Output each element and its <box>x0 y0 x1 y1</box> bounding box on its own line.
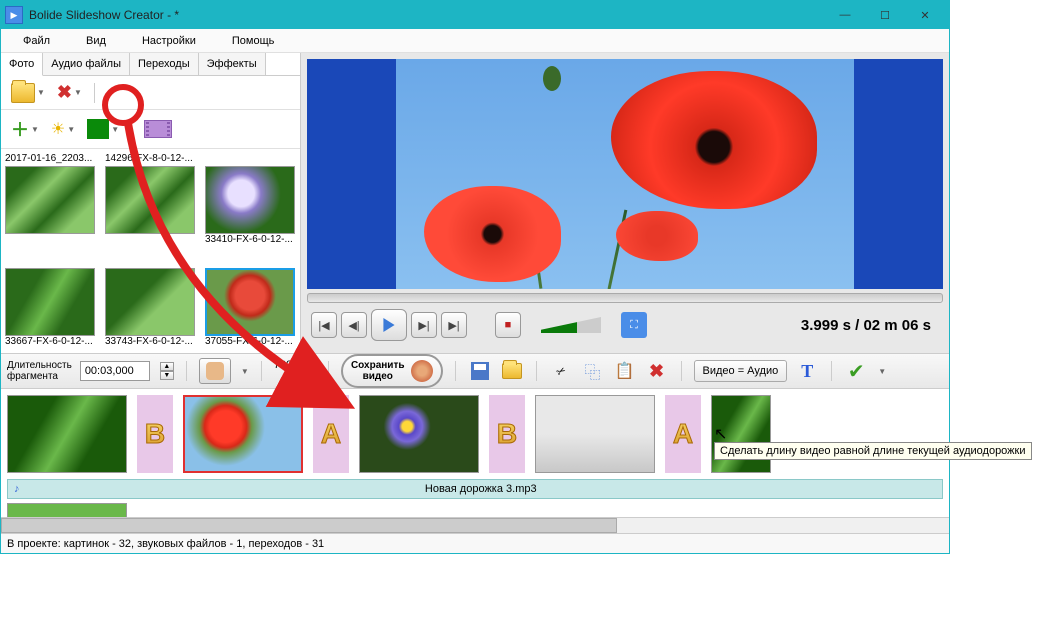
face-button[interactable] <box>199 358 231 384</box>
status-text: В проекте: картинок - 32, звуковых файло… <box>7 538 324 550</box>
resolution-label: 720x5764:3 <box>274 360 316 382</box>
floppy-icon <box>471 362 489 380</box>
thumbnail-item[interactable]: 2017-01-16_2203... <box>5 153 95 247</box>
copy-button[interactable]: ⿻ <box>581 359 605 383</box>
preview-viewport <box>307 59 943 289</box>
video-equals-audio-button[interactable]: Видео = Аудио <box>694 360 788 382</box>
duration-down[interactable]: ▼ <box>160 371 174 380</box>
film-icon <box>144 120 172 138</box>
effect-button[interactable]: ☀▼ <box>47 117 79 141</box>
film-button[interactable] <box>140 118 176 140</box>
thumbnail-item[interactable]: 33410-FX-6-0-12-... <box>205 153 295 247</box>
thumbnail-grid: 2017-01-16_2203... 14296-FX-8-0-12-... 3… <box>1 149 300 353</box>
stop-button[interactable]: ■ <box>495 312 521 338</box>
sun-icon: ☀ <box>51 119 65 139</box>
text-button[interactable]: T <box>795 359 819 383</box>
plus-icon: ＋ <box>11 116 29 142</box>
timeline-row-2[interactable] <box>1 503 949 517</box>
tab-transitions[interactable]: Переходы <box>130 53 199 75</box>
save-video-button[interactable]: Сохранить видео <box>341 354 443 388</box>
main-toolbar: Длительность фрагмента 00:03,000 ▲▼ ▼ 72… <box>1 353 949 389</box>
save-button[interactable] <box>468 359 492 383</box>
folder-icon <box>502 363 522 379</box>
fullscreen-button[interactable]: ⛶ <box>621 312 647 338</box>
apply-button[interactable]: ✔ <box>844 359 868 383</box>
remove-button[interactable]: ✖ <box>645 359 669 383</box>
time-display: 3.999 s / 02 m 06 s <box>801 317 939 334</box>
tab-photo[interactable]: Фото <box>1 53 43 76</box>
timeline-clip[interactable] <box>7 395 127 473</box>
file-toolbar: ▼ ✖▼ <box>1 76 300 110</box>
tooltip: Сделать длину видео равной длине текущей… <box>714 442 1032 460</box>
thumbnail-item[interactable]: 14296-FX-8-0-12-... <box>105 153 195 247</box>
tab-effects[interactable]: Эффекты <box>199 53 266 75</box>
transition[interactable]: B <box>137 395 173 473</box>
scissors-icon: ✂ <box>553 363 567 379</box>
music-note-icon: ♪ <box>14 483 20 495</box>
statusbar: В проекте: картинок - 32, звуковых файло… <box>1 533 949 553</box>
window-title: Bolide Slideshow Creator - * <box>29 8 825 22</box>
tabs: Фото Аудио файлы Переходы Эффекты <box>1 53 300 76</box>
last-frame-button[interactable]: ▶| <box>441 312 467 338</box>
app-icon <box>5 6 23 24</box>
text-icon: T <box>801 361 813 382</box>
seek-bar[interactable] <box>307 293 943 303</box>
color-swatch <box>87 119 109 139</box>
timeline-clip[interactable] <box>7 503 127 517</box>
menubar: Файл Вид Настройки Помощь <box>1 29 949 53</box>
check-icon: ✔ <box>848 359 865 384</box>
thumbnail-item[interactable]: 37055-FX-6-0-12-... <box>205 255 295 349</box>
cut-button[interactable]: ✂ <box>544 355 577 388</box>
cursor-icon: ↖ <box>714 424 727 444</box>
tab-audio[interactable]: Аудио файлы <box>43 53 130 75</box>
thumbnail-item[interactable]: 33743-FX-6-0-12-... <box>105 255 195 349</box>
close-button[interactable]: ✕ <box>905 3 945 27</box>
prev-frame-button[interactable]: ◀| <box>341 312 367 338</box>
transition[interactable]: A <box>313 395 349 473</box>
open-folder-button[interactable]: ▼ <box>7 81 49 105</box>
menu-help[interactable]: Помощь <box>218 32 289 50</box>
menu-file[interactable]: Файл <box>9 32 64 50</box>
paste-button[interactable]: 📋 <box>613 359 637 383</box>
menu-settings[interactable]: Настройки <box>128 32 210 50</box>
timeline[interactable]: B A B A <box>1 389 949 479</box>
timeline-clip[interactable] <box>359 395 479 473</box>
timeline-clip[interactable] <box>535 395 655 473</box>
transition[interactable]: A <box>665 395 701 473</box>
menu-view[interactable]: Вид <box>72 32 120 50</box>
folder-icon <box>11 83 35 103</box>
add-button[interactable]: ＋▼ <box>7 114 43 144</box>
audio-track-name: Новая дорожка 3.mp3 <box>26 483 937 495</box>
audio-track[interactable]: ♪ Новая дорожка 3.mp3 <box>7 479 943 499</box>
delete-button[interactable]: ✖▼ <box>53 80 86 105</box>
edit-toolbar: ＋▼ ☀▼ ▼ <box>1 110 300 149</box>
color-button[interactable]: ▼ <box>83 117 123 141</box>
titlebar: Bolide Slideshow Creator - * — ☐ ✕ <box>1 1 949 29</box>
volume-slider[interactable] <box>541 317 601 333</box>
app-window: Bolide Slideshow Creator - * — ☐ ✕ Файл … <box>0 0 950 554</box>
x-icon: ✖ <box>649 361 664 382</box>
duration-label: Длительность фрагмента <box>7 360 72 382</box>
minimize-button[interactable]: — <box>825 3 865 27</box>
maximize-button[interactable]: ☐ <box>865 3 905 27</box>
record-icon <box>411 360 433 382</box>
left-panel: Фото Аудио файлы Переходы Эффекты ▼ ✖▼ ＋… <box>1 53 301 353</box>
x-icon: ✖ <box>57 82 72 103</box>
duration-input[interactable]: 00:03,000 <box>80 361 150 381</box>
preview-panel: |◀ ◀| ▶| ▶| ■ ⛶ 3.999 s / 02 m 06 s <box>301 53 949 353</box>
horizontal-scrollbar[interactable] <box>1 517 949 533</box>
thumbnail-item[interactable]: 33667-FX-6-0-12-... <box>5 255 95 349</box>
first-frame-button[interactable]: |◀ <box>311 312 337 338</box>
timeline-clip[interactable] <box>183 395 303 473</box>
next-frame-button[interactable]: ▶| <box>411 312 437 338</box>
play-button[interactable] <box>371 309 407 341</box>
open-button[interactable] <box>500 359 524 383</box>
playback-controls: |◀ ◀| ▶| ▶| ■ ⛶ 3.999 s / 02 m 06 s <box>307 303 943 347</box>
duration-up[interactable]: ▲ <box>160 362 174 371</box>
transition[interactable]: B <box>489 395 525 473</box>
